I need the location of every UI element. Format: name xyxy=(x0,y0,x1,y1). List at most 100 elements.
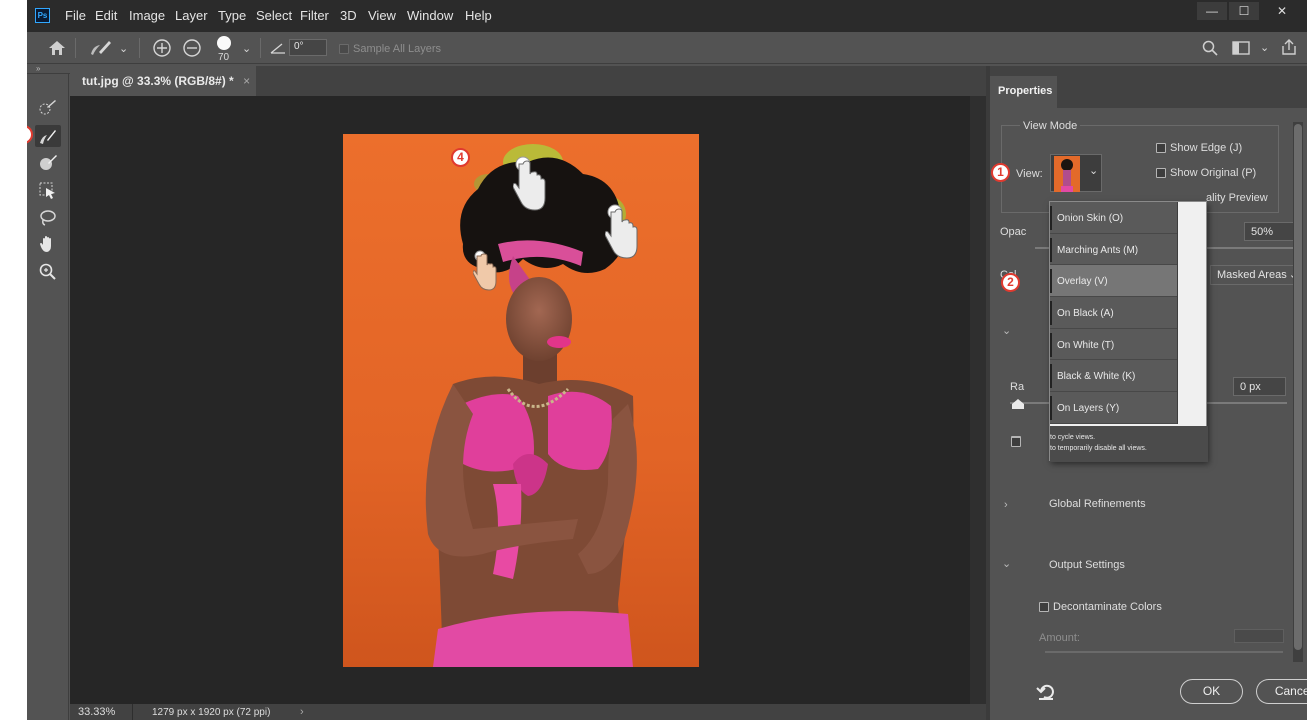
show-edge-checkbox[interactable] xyxy=(1156,143,1166,153)
view-mode-selector[interactable]: ⌄ xyxy=(1050,154,1102,192)
show-edge-label: Show Edge (J) xyxy=(1170,142,1243,154)
menu-edit[interactable]: Edit xyxy=(95,8,117,23)
global-refinements-chevron-icon[interactable]: › xyxy=(1004,499,1008,511)
ok-button[interactable]: OK xyxy=(1180,679,1243,704)
menu-image[interactable]: Image xyxy=(129,8,165,23)
menu-layer[interactable]: Layer xyxy=(175,8,208,23)
opacity-input[interactable]: 50% xyxy=(1244,222,1297,241)
sample-all-layers-label: Sample All Layers xyxy=(353,43,442,55)
share-icon[interactable] xyxy=(1280,38,1298,56)
brush-size-preview-icon[interactable] xyxy=(217,36,231,50)
opacity-label: Opac xyxy=(1000,226,1027,238)
brush-hand-cursor-icon xyxy=(473,250,497,291)
show-original-checkbox[interactable] xyxy=(1156,168,1166,178)
menu-type[interactable]: Type xyxy=(218,8,246,23)
view-label: View: xyxy=(1016,168,1043,180)
menu-file[interactable]: File xyxy=(65,8,86,23)
brush-size-value: 70 xyxy=(218,52,230,63)
brush-tool-icon[interactable] xyxy=(35,151,61,173)
output-settings-chevron-icon[interactable]: ⌄ xyxy=(1002,557,1011,570)
remember-settings-checkbox[interactable] xyxy=(1011,437,1021,447)
canvas-area[interactable] xyxy=(70,96,970,704)
workspace-icon[interactable] xyxy=(1232,41,1250,55)
quality-preview-label: ality Preview xyxy=(1206,192,1268,204)
angle-input[interactable]: 0° xyxy=(289,39,327,56)
close-tab-icon[interactable]: × xyxy=(243,74,250,88)
refine-edge-brush-icon[interactable] xyxy=(87,38,113,58)
global-refinements-label[interactable]: Global Refinements xyxy=(1049,498,1146,510)
zoom-tool-icon[interactable] xyxy=(35,260,61,282)
menu-view[interactable]: View xyxy=(368,8,396,23)
lasso-tool-icon[interactable] xyxy=(35,207,61,229)
properties-scrollbar[interactable] xyxy=(1293,122,1303,662)
view-thumbnail-icon xyxy=(1054,156,1080,192)
document-tab-title: tut.jpg @ 33.3% (RGB/8#) * xyxy=(82,74,234,88)
menu-help[interactable]: Help xyxy=(465,8,492,23)
brush-preset-chevron-icon[interactable]: ⌄ xyxy=(119,42,128,55)
brush-hand-cursor-icon xyxy=(513,156,546,211)
view-option-on-white[interactable]: On White (T) xyxy=(1050,329,1177,361)
workspace-chevron-icon[interactable]: ⌄ xyxy=(1260,41,1269,54)
brush-hand-cursor-icon xyxy=(605,204,638,259)
show-original-label: Show Original (P) xyxy=(1170,167,1257,179)
amount-label: Amount: xyxy=(1039,632,1080,644)
amount-input[interactable] xyxy=(1234,629,1284,643)
menu-filter[interactable]: Filter xyxy=(300,8,329,23)
zoom-level[interactable]: 33.33% xyxy=(78,706,115,718)
decontaminate-colors-checkbox[interactable] xyxy=(1039,602,1049,612)
canvas-scrollbar[interactable] xyxy=(970,96,986,704)
cycle-views-hint: to cycle views. xyxy=(1050,434,1096,441)
view-mode-label: View Mode xyxy=(1020,120,1081,132)
callout-1: 1 xyxy=(991,163,1010,182)
callout-4: 4 xyxy=(451,148,470,167)
view-mode-list: Onion Skin (O) Marching Ants (M) Overlay… xyxy=(1050,202,1178,424)
document-info: 1279 px x 1920 px (72 ppi) xyxy=(152,707,271,718)
subtract-mode-icon[interactable] xyxy=(182,38,202,58)
minimize-button[interactable]: — xyxy=(1197,2,1227,20)
view-option-marching-ants[interactable]: Marching Ants (M) xyxy=(1050,234,1177,266)
refine-edge-brush-tool-icon[interactable] xyxy=(35,125,61,147)
cancel-button[interactable]: Cancel xyxy=(1256,679,1307,704)
radius-label: Ra xyxy=(1010,381,1025,393)
view-option-onion-skin[interactable]: Onion Skin (O) xyxy=(1050,202,1177,234)
home-icon[interactable] xyxy=(48,40,66,56)
quick-selection-tool-icon[interactable] xyxy=(35,96,61,118)
view-chevron-icon[interactable]: ⌄ xyxy=(1089,164,1098,177)
close-window-button[interactable]: ✕ xyxy=(1267,2,1297,20)
photoshop-window: Ps File Edit Image Layer Type Select Fil… xyxy=(27,0,1307,720)
hand-tool-icon[interactable] xyxy=(35,233,61,255)
status-info-arrow-icon[interactable]: › xyxy=(300,706,304,718)
output-settings-label[interactable]: Output Settings xyxy=(1049,559,1125,571)
reset-icon[interactable] xyxy=(1036,683,1056,701)
object-selection-tool-icon[interactable] xyxy=(35,179,61,201)
sample-all-layers-checkbox[interactable] xyxy=(339,44,349,54)
callout-2: 2 xyxy=(1001,273,1020,292)
properties-tab-row: Properties xyxy=(990,66,1307,108)
view-option-black-white[interactable]: Black & White (K) xyxy=(1050,360,1177,393)
collapse-tools-icon[interactable]: » xyxy=(36,64,40,73)
maximize-button[interactable]: ☐ xyxy=(1229,2,1259,20)
menu-bar: Ps File Edit Image Layer Type Select Fil… xyxy=(27,0,1307,32)
menu-select[interactable]: Select xyxy=(256,8,292,23)
menu-window[interactable]: Window xyxy=(407,8,453,23)
photoshop-logo: Ps xyxy=(35,8,50,23)
edge-detection-chevron-icon[interactable]: ⌄ xyxy=(1002,324,1011,337)
search-icon[interactable] xyxy=(1202,40,1218,56)
document-tab[interactable]: tut.jpg @ 33.3% (RGB/8#) * × xyxy=(70,66,256,96)
photo-canvas[interactable] xyxy=(343,134,699,667)
add-mode-icon[interactable] xyxy=(152,38,172,58)
view-option-on-black[interactable]: On Black (A) xyxy=(1050,297,1177,329)
amount-slider[interactable] xyxy=(1045,651,1283,653)
properties-scrollbar-thumb[interactable] xyxy=(1294,124,1302,650)
angle-icon xyxy=(270,43,285,54)
masked-areas-select[interactable]: Masked Areas ⌄ xyxy=(1210,265,1303,285)
view-option-overlay[interactable]: Overlay (V) xyxy=(1050,265,1177,298)
tools-panel xyxy=(27,74,69,720)
radius-slider-handle-icon[interactable] xyxy=(1011,398,1025,410)
radius-input[interactable]: 0 px xyxy=(1233,377,1286,396)
menu-3d[interactable]: 3D xyxy=(340,8,357,23)
status-bar: 33.33% 1279 px x 1920 px (72 ppi) › xyxy=(70,704,986,720)
brush-size-chevron-icon[interactable]: ⌄ xyxy=(242,42,251,55)
properties-tab[interactable]: Properties xyxy=(990,76,1057,108)
view-option-on-layers[interactable]: On Layers (Y) xyxy=(1050,392,1177,424)
